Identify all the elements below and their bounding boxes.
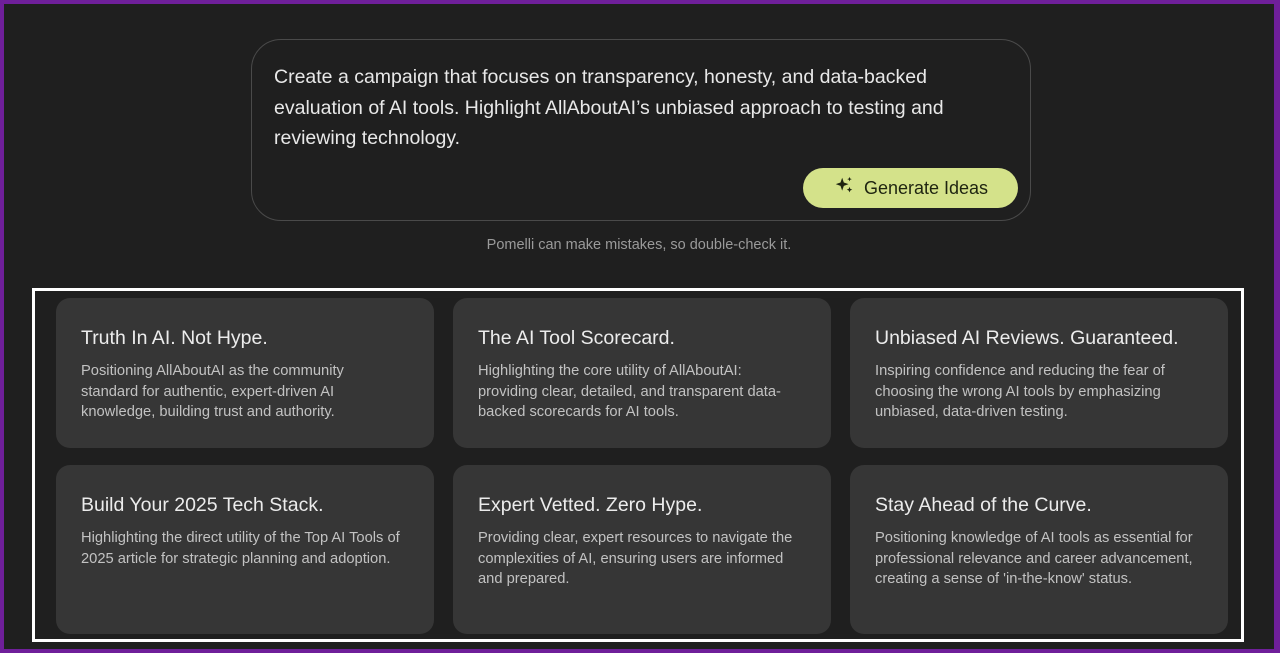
- idea-card-title: Build Your 2025 Tech Stack.: [81, 494, 324, 516]
- idea-card-description: Inspiring confidence and reducing the fe…: [875, 363, 1165, 420]
- idea-card[interactable]: Build Your 2025 Tech Stack. Highlighting…: [56, 465, 434, 634]
- idea-card[interactable]: The AI Tool Scorecard. Highlighting the …: [453, 298, 831, 448]
- idea-card-description: Positioning knowledge of AI tools as ess…: [875, 530, 1193, 587]
- idea-card-description: Providing clear, expert resources to nav…: [478, 530, 793, 587]
- disclaimer-text: Pomelli can make mistakes, so double-che…: [486, 237, 792, 253]
- sparkle-icon: [833, 175, 855, 202]
- idea-card-title: Truth In AI. Not Hype.: [81, 327, 268, 349]
- generate-ideas-button[interactable]: Generate Ideas: [803, 168, 1018, 208]
- idea-card-title: Unbiased AI Reviews. Guaranteed.: [875, 327, 1179, 349]
- idea-card-title: Expert Vetted. Zero Hype.: [478, 494, 703, 516]
- idea-card[interactable]: Stay Ahead of the Curve. Positioning kno…: [850, 465, 1228, 634]
- idea-card-title: Stay Ahead of the Curve.: [875, 494, 1092, 516]
- idea-card[interactable]: Truth In AI. Not Hype. Positioning AllAb…: [56, 298, 434, 448]
- idea-card-description: Highlighting the core utility of AllAbou…: [478, 363, 781, 420]
- idea-card-description: Highlighting the direct utility of the T…: [81, 530, 400, 567]
- idea-card[interactable]: Unbiased AI Reviews. Guaranteed. Inspiri…: [850, 298, 1228, 448]
- generate-ideas-label: Generate Ideas: [863, 177, 989, 198]
- idea-card-title: The AI Tool Scorecard.: [478, 327, 675, 349]
- prompt-text[interactable]: Create a campaign that focuses on transp…: [274, 62, 1014, 154]
- idea-card-description: Positioning AllAboutAI as the community …: [81, 363, 344, 420]
- app-window: Create a campaign that focuses on transp…: [4, 4, 1274, 649]
- idea-card[interactable]: Expert Vetted. Zero Hype. Providing clea…: [453, 465, 831, 634]
- prompt-box[interactable]: Create a campaign that focuses on transp…: [251, 39, 1031, 221]
